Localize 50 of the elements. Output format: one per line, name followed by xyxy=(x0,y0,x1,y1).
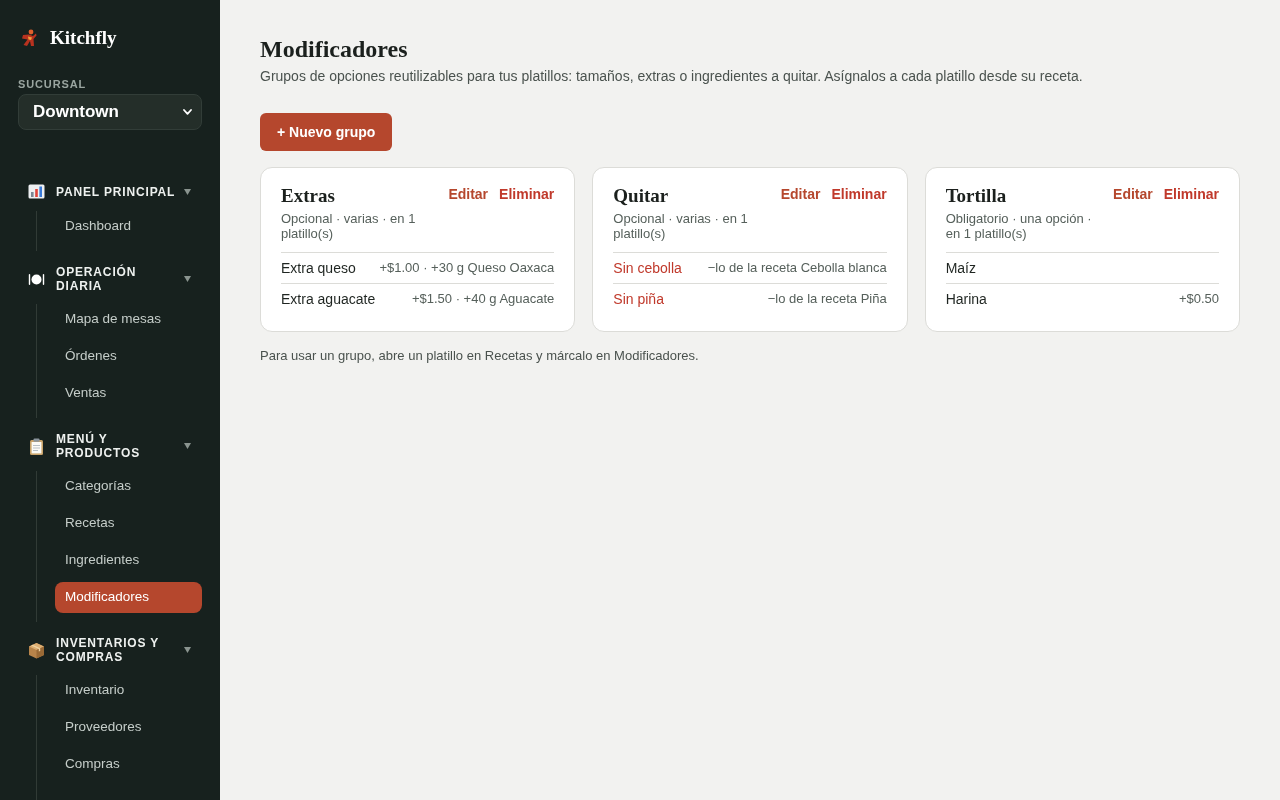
nav-item[interactable]: Ventas xyxy=(55,378,202,409)
option-name: Sin piña xyxy=(613,291,664,307)
delete-link[interactable]: Eliminar xyxy=(831,184,887,204)
option-name: Harina xyxy=(945,291,987,307)
option-detail: −lo de la receta Cebolla blanca xyxy=(707,260,887,276)
section-heading[interactable]: INVENTARIOS Y COMPRAS xyxy=(56,636,178,664)
group-title: Quitar xyxy=(613,184,669,208)
nav-item[interactable]: Mapa de mesas xyxy=(55,304,202,335)
nav-item[interactable]: Inventario xyxy=(55,675,202,706)
delete-link[interactable]: Eliminar xyxy=(499,184,555,204)
nav-item[interactable]: Modificadores xyxy=(55,582,202,613)
edit-link[interactable]: Editar xyxy=(448,184,489,204)
logo-icon xyxy=(20,29,38,47)
nav-item[interactable]: Categorías xyxy=(55,471,202,502)
new-group-button[interactable]: + Nuevo grupo xyxy=(260,113,393,151)
section-heading[interactable]: MENÚ Y PRODUCTOS xyxy=(56,432,178,460)
page-title: Modificadores xyxy=(260,35,408,63)
option-detail: −lo de la receta Piña xyxy=(767,291,887,307)
option-detail: +$1.00 · +30 g Queso Oaxaca xyxy=(379,260,555,276)
nav-item[interactable]: Proveedores xyxy=(55,712,202,743)
edit-link[interactable]: Editar xyxy=(780,184,821,204)
delete-link[interactable]: Eliminar xyxy=(1163,184,1219,204)
section-heading[interactable]: PANEL PRINCIPAL xyxy=(56,184,176,199)
nav-item[interactable]: Compras xyxy=(55,749,202,780)
branch-label: SUCURSAL xyxy=(18,77,87,91)
chevron-down-icon xyxy=(183,109,192,115)
package-icon xyxy=(28,641,45,659)
option-name: Sin cebolla xyxy=(613,260,682,276)
branch-select[interactable]: Downtown xyxy=(18,94,202,130)
nav-item[interactable]: Ingredientes xyxy=(55,545,202,576)
group-title: Tortilla xyxy=(945,184,1007,208)
bar-chart-icon xyxy=(28,183,45,200)
option-name: Extra aguacate xyxy=(281,291,376,307)
edit-link[interactable]: Editar xyxy=(1113,184,1153,204)
brand-name: Kitchfly xyxy=(50,26,117,50)
group-meta: Opcional · varias · en 1 platillo(s) xyxy=(613,211,749,241)
nav-item[interactable]: Dashboard xyxy=(55,211,202,242)
option-detail: +$0.50 xyxy=(1178,291,1219,307)
nav-item[interactable]: Recetas xyxy=(55,508,202,539)
option-detail: +$1.50 · +40 g Aguacate xyxy=(411,291,555,307)
help-note: Para usar un grupo, abre un platillo en Recetas y márcalo en Modificadores. xyxy=(260,348,699,364)
page-description: Grupos de opciones reutilizables para tus platillos: tamaños, extras o ingredientes a quitar. Asígnalos a cada platillo desde su receta. xyxy=(260,67,1083,85)
section-heading[interactable]: OPERACIÓN DIARIA xyxy=(56,265,178,293)
option-name: Extra queso xyxy=(281,260,356,276)
group-title: Extras xyxy=(281,184,335,208)
group-meta: Obligatorio · una opción · en 1 platillo(s) xyxy=(945,211,1093,241)
nav-item[interactable]: Órdenes xyxy=(55,341,202,372)
clipboard-icon xyxy=(28,437,45,455)
group-meta: Opcional · varias · en 1 platillo(s) xyxy=(281,211,417,241)
option-name: Maíz xyxy=(945,260,976,276)
